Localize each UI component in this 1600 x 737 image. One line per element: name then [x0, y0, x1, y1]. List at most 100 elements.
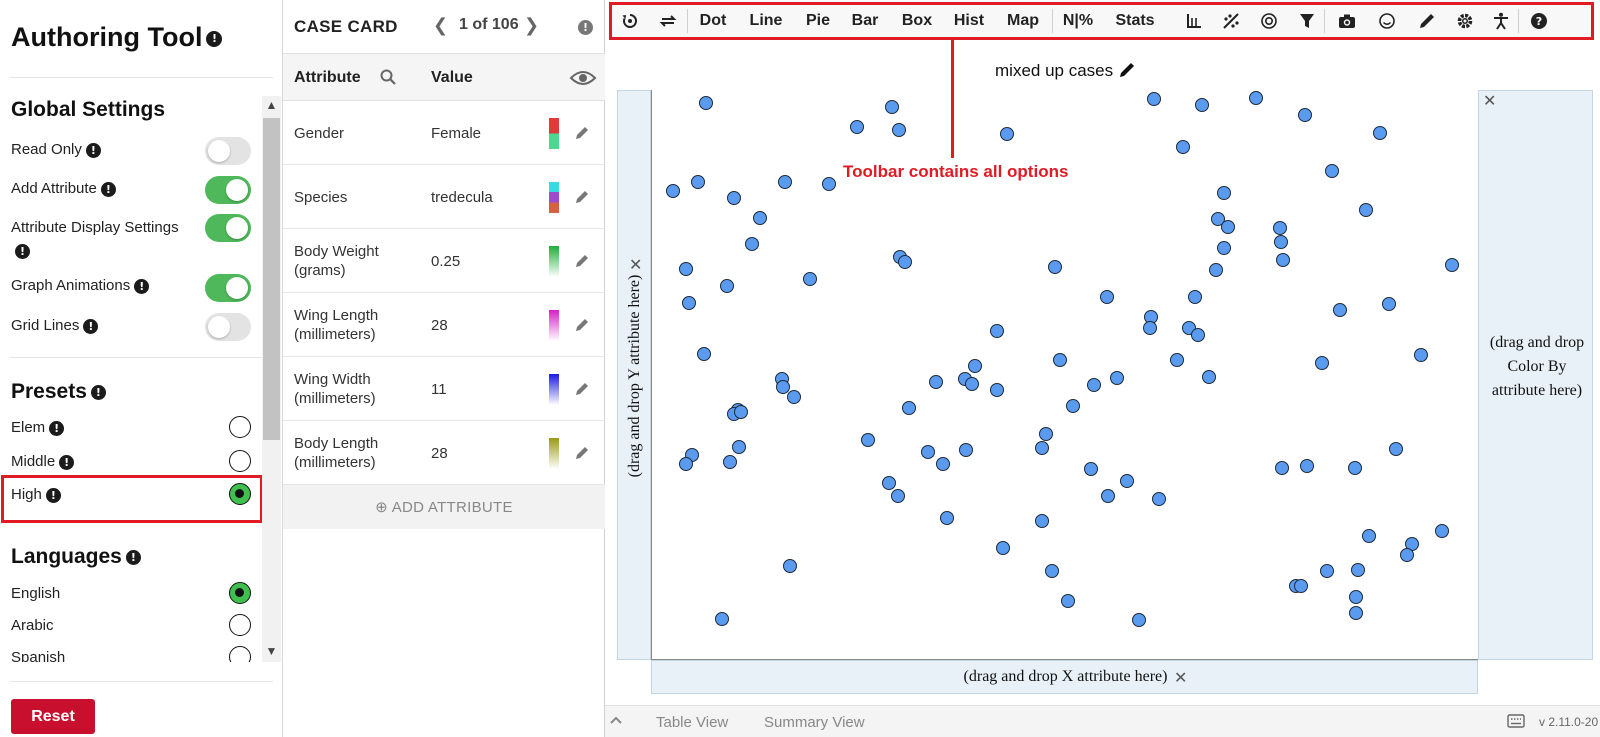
info-icon[interactable]: !	[49, 420, 65, 436]
case-point[interactable]	[1351, 563, 1365, 577]
case-point[interactable]	[1066, 399, 1080, 413]
attribute-value[interactable]: 11	[431, 357, 447, 421]
case-point[interactable]	[1298, 108, 1312, 122]
color-swatch[interactable]	[549, 374, 559, 405]
case-point[interactable]	[1061, 594, 1075, 608]
case-point[interactable]	[1000, 127, 1014, 141]
pencil-icon[interactable]	[574, 445, 590, 461]
x-axis-drop-zone[interactable]: (drag and drop X attribute here) ✕	[651, 660, 1478, 694]
case-point[interactable]	[959, 443, 973, 457]
case-point[interactable]	[1147, 92, 1161, 106]
case-point[interactable]	[1315, 356, 1329, 370]
next-case-icon[interactable]: ❯	[524, 15, 539, 36]
case-point[interactable]	[745, 237, 759, 251]
case-point[interactable]	[1276, 253, 1290, 267]
case-point[interactable]	[679, 262, 693, 276]
info-icon[interactable]: !	[125, 549, 141, 565]
info-icon[interactable]: !	[85, 142, 101, 158]
scatter-plot[interactable]	[651, 90, 1478, 660]
info-icon[interactable]: !	[206, 31, 223, 47]
reset-button[interactable]: Reset	[11, 699, 95, 734]
case-point[interactable]	[753, 211, 767, 225]
case-point[interactable]	[1382, 297, 1396, 311]
gear-icon[interactable]	[1452, 5, 1478, 37]
info-icon[interactable]: !	[15, 243, 30, 259]
preset-elem-radio[interactable]	[229, 416, 251, 438]
case-point[interactable]	[1362, 529, 1376, 543]
case-point[interactable]	[921, 445, 935, 459]
case-point[interactable]	[1349, 590, 1363, 604]
info-icon[interactable]: !	[59, 454, 75, 470]
color-swatch[interactable]	[549, 182, 559, 213]
case-point[interactable]	[803, 272, 817, 286]
case-point[interactable]	[723, 455, 737, 469]
case-point[interactable]	[1294, 579, 1308, 593]
case-point[interactable]	[1087, 378, 1101, 392]
case-point[interactable]	[1414, 348, 1428, 362]
line-plot-button[interactable]: Line	[742, 5, 790, 37]
pencil-icon[interactable]	[1414, 5, 1440, 37]
add-attribute-toggle[interactable]	[205, 176, 251, 204]
case-point[interactable]	[776, 380, 790, 394]
case-point[interactable]	[1120, 474, 1134, 488]
camera-icon[interactable]	[1334, 5, 1360, 37]
case-point[interactable]	[1048, 260, 1062, 274]
case-point[interactable]	[1101, 489, 1115, 503]
map-button[interactable]: Map	[999, 5, 1047, 37]
case-point[interactable]	[691, 175, 705, 189]
settings-scrollbar[interactable]: ▲ ▼	[262, 96, 281, 662]
case-point[interactable]	[996, 541, 1010, 555]
target-icon[interactable]	[1256, 5, 1282, 37]
close-icon[interactable]: ✕	[1483, 91, 1496, 111]
case-point[interactable]	[732, 440, 746, 454]
alert-icon[interactable]: !	[578, 18, 593, 36]
case-point[interactable]	[1349, 606, 1363, 620]
attribute-value[interactable]: Female	[431, 101, 481, 165]
close-icon[interactable]: ✕	[1174, 668, 1187, 688]
pencil-icon[interactable]	[574, 381, 590, 397]
case-point[interactable]	[715, 612, 729, 626]
case-point[interactable]	[936, 457, 950, 471]
case-point[interactable]	[1100, 290, 1114, 304]
add-attribute-button[interactable]: ⊕ ADD ATTRIBUTE	[283, 485, 605, 529]
pencil-icon[interactable]	[574, 317, 590, 333]
case-point[interactable]	[1249, 91, 1263, 105]
graph-title[interactable]: mixed up cases	[995, 61, 1136, 81]
case-point[interactable]	[1209, 263, 1223, 277]
case-point[interactable]	[1132, 613, 1146, 627]
case-point[interactable]	[1143, 321, 1157, 335]
case-point[interactable]	[1035, 441, 1049, 455]
eye-icon[interactable]	[569, 69, 597, 87]
accessibility-icon[interactable]	[1488, 5, 1514, 37]
color-swatch[interactable]	[549, 118, 559, 149]
case-point[interactable]	[1045, 564, 1059, 578]
axis-icon[interactable]	[1180, 5, 1206, 37]
case-point[interactable]	[1053, 353, 1067, 367]
language-english-radio[interactable]	[229, 582, 251, 604]
case-point[interactable]	[861, 433, 875, 447]
case-point[interactable]	[990, 383, 1004, 397]
dot-plot-button[interactable]: Dot	[692, 5, 734, 37]
case-point[interactable]	[1275, 461, 1289, 475]
pencil-icon[interactable]	[574, 189, 590, 205]
case-point[interactable]	[940, 511, 954, 525]
case-point[interactable]	[1176, 140, 1190, 154]
bar-chart-button[interactable]: Bar	[844, 5, 886, 37]
language-arabic-radio[interactable]	[229, 614, 251, 636]
case-point[interactable]	[1217, 186, 1231, 200]
case-point[interactable]	[1273, 221, 1287, 235]
case-point[interactable]	[1188, 290, 1202, 304]
case-point[interactable]	[1195, 98, 1209, 112]
case-point[interactable]	[892, 123, 906, 137]
case-point[interactable]	[1320, 564, 1334, 578]
case-point[interactable]	[965, 377, 979, 391]
case-point[interactable]	[1191, 328, 1205, 342]
color-swatch[interactable]	[549, 438, 559, 469]
filter-icon[interactable]	[1294, 5, 1320, 37]
case-point[interactable]	[682, 296, 696, 310]
case-point[interactable]	[898, 255, 912, 269]
trend-icon[interactable]	[1218, 5, 1244, 37]
case-point[interactable]	[727, 191, 741, 205]
case-point[interactable]	[679, 457, 693, 471]
case-point[interactable]	[1445, 258, 1459, 272]
